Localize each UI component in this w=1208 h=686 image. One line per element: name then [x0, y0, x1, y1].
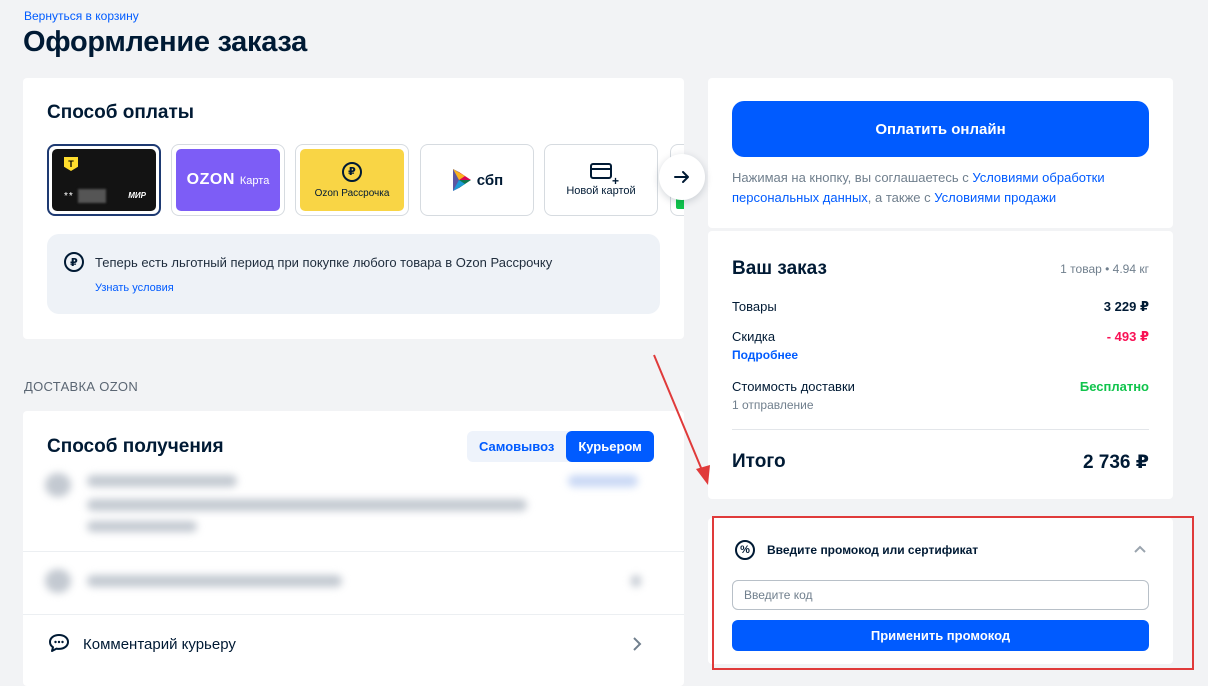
installment-info-banner: ₽ Теперь есть льготный период при покупк…	[47, 234, 660, 314]
agreement-text: Нажимая на кнопку, вы соглашаетесь с Усл…	[732, 168, 1152, 208]
order-meta: 1 товар • 4.94 кг	[1060, 262, 1149, 276]
ruble-icon: ₽	[64, 252, 84, 272]
payment-option-sbp[interactable]: сбп	[420, 144, 534, 216]
shipping-cost-value: Бесплатно	[1079, 379, 1149, 394]
ozon-installment-image: ₽ Ozon Рассрочка	[300, 149, 404, 211]
discount-value: - 493 ₽	[1106, 329, 1149, 344]
payment-option-ozon-card[interactable]: OZON Карта	[171, 144, 285, 216]
goods-value: 3 229 ₽	[1103, 299, 1149, 314]
recipient-line-blurred	[87, 575, 342, 587]
card-number-masked: **	[64, 189, 106, 203]
address-line-blurred	[87, 475, 237, 487]
checkout-pay-card: Оплатить онлайн Нажимая на кнопку, вы со…	[708, 78, 1173, 228]
card-number-blur	[77, 189, 106, 203]
discount-label: Скидка	[732, 329, 776, 344]
installment-label: Ozon Рассрочка	[314, 187, 390, 199]
change-address-blurred[interactable]	[568, 475, 638, 487]
payment-option-ozon-installment[interactable]: ₽ Ozon Рассрочка	[295, 144, 409, 216]
courier-comment-label: Комментарий курьеру	[83, 636, 236, 653]
learn-terms-link[interactable]: Узнать условия	[95, 282, 174, 294]
promo-code-card: % Введите промокод или сертификат Примен…	[708, 518, 1173, 664]
sbp-image: сбп	[425, 149, 529, 211]
page-title: Оформление заказа	[23, 26, 307, 58]
address-extra-blurred	[87, 521, 197, 532]
apply-promo-button[interactable]: Применить промокод	[732, 620, 1149, 651]
recipient-icon-blurred	[45, 569, 71, 593]
recipient-chevron-blurred[interactable]	[631, 575, 641, 587]
delivery-method-card: Способ получения Самовывоз Курьером Комм…	[23, 411, 684, 686]
delivery-section-header: ДОСТАВКА OZON	[24, 379, 139, 394]
agreement-prefix: Нажимая на кнопку, вы соглашаетесь с	[732, 170, 973, 185]
total-label: Итого	[732, 451, 786, 472]
installment-info-text: Теперь есть льготный период при покупке …	[95, 255, 553, 270]
payment-title: Способ оплаты	[47, 102, 194, 123]
payment-method-card: Способ оплаты T ** МИР OZON Карта ₽ Ozon…	[23, 78, 684, 339]
ozon-card-image: OZON Карта	[176, 149, 280, 211]
discount-details-link[interactable]: Подробнее	[732, 348, 798, 362]
delivery-type-toggle: Самовывоз Курьером	[467, 431, 654, 462]
sale-terms-link[interactable]: Условиями продажи	[934, 190, 1056, 205]
back-to-cart-link[interactable]: Вернуться в корзину	[24, 9, 139, 23]
percent-icon: %	[735, 540, 755, 560]
courier-comment-row[interactable]: Комментарий курьеру	[23, 621, 684, 671]
sbp-label: сбп	[476, 171, 504, 189]
ozon-card-label: Карта	[239, 175, 270, 187]
mir-logo: МИР	[128, 191, 146, 200]
sbp-logo-icon	[452, 169, 471, 191]
order-summary-card: Ваш заказ 1 товар • 4.94 кг Товары 3 229…	[708, 231, 1173, 499]
promo-code-input[interactable]	[732, 580, 1149, 610]
new-card-label: Новой картой	[566, 185, 636, 197]
payment-option-new-card[interactable]: Новой картой	[544, 144, 658, 216]
goods-label: Товары	[732, 299, 777, 314]
address-details-blurred	[87, 499, 527, 511]
chevron-right-icon	[632, 637, 642, 656]
toggle-pickup[interactable]: Самовывоз	[467, 431, 566, 462]
order-summary-title: Ваш заказ	[732, 258, 827, 279]
shipments-count: 1 отправление	[732, 398, 814, 412]
divider	[732, 429, 1149, 430]
chat-bubble-icon	[49, 634, 69, 652]
divider	[23, 551, 684, 552]
ozon-logo: OZON	[186, 171, 235, 188]
chevron-up-icon[interactable]	[1134, 541, 1146, 556]
payment-option-tbank-card[interactable]: T ** МИР	[47, 144, 161, 216]
divider	[23, 614, 684, 615]
shipping-cost-label: Стоимость доставки	[732, 379, 855, 394]
promo-title: Введите промокод или сертификат	[767, 543, 979, 557]
address-icon-blurred	[45, 473, 71, 497]
payment-scroll-next-button[interactable]	[659, 154, 705, 200]
annotation-arrow	[653, 354, 710, 485]
new-card-image: Новой картой	[549, 149, 653, 211]
ruble-icon: ₽	[342, 161, 362, 182]
tbank-logo-icon: T	[64, 157, 78, 171]
pay-online-button[interactable]: Оплатить онлайн	[732, 101, 1149, 157]
arrow-right-icon	[674, 171, 689, 183]
bank-card-image: T ** МИР	[52, 149, 156, 211]
delivery-title: Способ получения	[47, 436, 224, 457]
agreement-middle: , а также с	[867, 190, 935, 205]
total-value: 2 736 ₽	[1082, 452, 1149, 473]
add-card-icon	[590, 163, 620, 186]
